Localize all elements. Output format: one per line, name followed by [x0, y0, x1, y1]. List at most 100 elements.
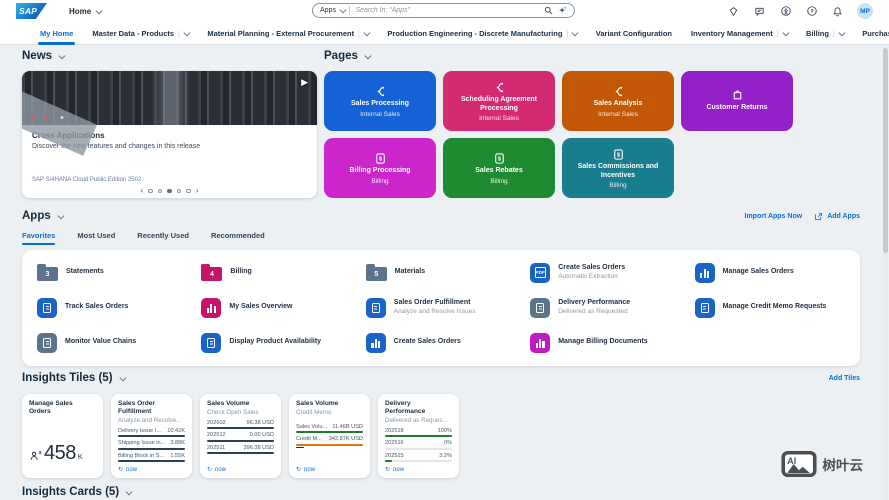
insights-tiles-header[interactable]: Insights Tiles (5) — [22, 372, 124, 384]
page-tile-sales-commissions[interactable]: $ Sales Commissions and Incentives Billi… — [562, 138, 674, 198]
chevron-down-icon[interactable] — [365, 52, 371, 58]
document-icon — [201, 333, 221, 353]
nav-item-my-home[interactable]: My Home — [40, 29, 73, 38]
news-card[interactable]: ▶ Cross Applications Discover the new fe… — [22, 71, 317, 198]
nav-item-variant-configuration[interactable]: Variant Configuration — [596, 29, 672, 38]
app-item-materials[interactable]: 5 Materials — [359, 264, 523, 281]
app-item-create-sales-orders-auto[interactable]: PDF Create Sales OrdersAutomatic Extract… — [523, 263, 687, 283]
search-scope-select[interactable]: Apps — [320, 7, 344, 14]
app-item-monitor-value-chains[interactable]: Monitor Value Chains — [30, 333, 194, 353]
app-item-manage-billing-documents[interactable]: Manage Billing Documents — [523, 333, 687, 353]
carousel-next-icon[interactable]: › — [196, 187, 199, 195]
refresh-link[interactable]: ↻now — [385, 466, 404, 473]
pages-header[interactable]: Pages — [324, 50, 869, 62]
sap-logo[interactable]: SAP — [16, 3, 47, 19]
section-title: Apps — [22, 210, 51, 222]
insight-tile-sales-volume-credit[interactable]: Sales Volume Credit Memo Sales Volu...11… — [289, 394, 370, 478]
add-tiles-link[interactable]: Add Tiles — [829, 375, 860, 382]
folder-icon: 4 — [201, 267, 222, 281]
add-apps-link[interactable]: Add Apps — [814, 212, 860, 221]
nav-item-inventory-management[interactable]: Inventory Management — [691, 29, 787, 38]
app-item-create-sales-orders[interactable]: Create Sales Orders — [359, 333, 523, 353]
tab-favorites[interactable]: Favorites — [22, 231, 55, 245]
refresh-link[interactable]: ↻now — [296, 466, 315, 473]
insight-tile-delivery-performance[interactable]: Delivery Performance Delivered as Reques… — [378, 394, 459, 478]
app-item-delivery-performance[interactable]: Delivery PerformanceDelivered as Request… — [523, 298, 687, 318]
refresh-link[interactable]: ↻now — [118, 466, 137, 473]
search-icon[interactable] — [544, 6, 553, 15]
insight-tile-sales-order-fulfillment[interactable]: Sales Order Fulfillment Analyze and Reso… — [111, 394, 192, 478]
product-switch[interactable]: Home — [69, 7, 101, 16]
app-item-manage-credit-memo[interactable]: Manage Credit Memo Requests — [688, 298, 852, 318]
apps-header[interactable]: Apps — [22, 210, 62, 222]
carousel-dot[interactable] — [186, 189, 191, 194]
sales-lead-icon — [493, 80, 506, 94]
chevron-down-icon[interactable] — [119, 374, 125, 380]
tile-subtitle: Check Open Sales — [207, 409, 274, 416]
app-item-my-sales-overview[interactable]: My Sales Overview — [194, 298, 358, 318]
nav-label: Inventory Management — [691, 29, 773, 38]
search-input[interactable]: Search In: “Apps” — [355, 7, 539, 14]
page-tile-sales-processing[interactable]: Sales Processing Internal Sales — [324, 71, 436, 131]
tile-title: Customer Returns — [706, 104, 767, 112]
ai-search-icon[interactable] — [558, 6, 567, 15]
metric-row: 20260296.38 USD — [207, 420, 274, 430]
tab-most-used[interactable]: Most Used — [77, 231, 115, 245]
carousel-dot-active[interactable] — [167, 189, 172, 194]
page-tile-billing-processing[interactable]: $ Billing Processing Billing — [324, 138, 436, 198]
page-tile-customer-returns[interactable]: Customer Returns — [681, 71, 793, 131]
tile-title: Sales Order Fulfillment — [118, 400, 185, 416]
tab-recommended[interactable]: Recommended — [211, 231, 265, 245]
app-label: Billing — [230, 268, 251, 276]
tile-title: Sales Rebates — [475, 167, 522, 175]
carousel-dot[interactable] — [177, 189, 182, 194]
import-apps-link[interactable]: Import Apps Now — [745, 213, 803, 220]
tab-recently-used[interactable]: Recently Used — [137, 231, 189, 245]
page-tile-scheduling-agreement[interactable]: Scheduling Agreement Processing Internal… — [443, 71, 555, 131]
chevron-down-icon[interactable] — [59, 52, 65, 58]
app-item-display-product-availability[interactable]: Display Product Availability — [194, 333, 358, 353]
accessibility-icon[interactable] — [779, 5, 792, 18]
search-scope-value: Apps — [320, 7, 336, 14]
search-bar[interactable]: Apps Search In: “Apps” — [312, 3, 575, 18]
app-item-billing-folder[interactable]: 4 Billing — [194, 264, 358, 281]
nav-item-master-data-products[interactable]: Master Data - Products — [92, 29, 188, 38]
nav-item-material-planning[interactable]: Material Planning - External Procurement — [207, 29, 368, 38]
chevron-down-icon — [184, 29, 190, 35]
nav-label: My Home — [40, 29, 73, 38]
apps-section: Apps Import Apps Now Add Apps Favorites … — [22, 210, 860, 366]
app-item-track-sales-orders[interactable]: Track Sales Orders — [30, 298, 194, 318]
nav-item-production-engineering[interactable]: Production Engineering - Discrete Manufa… — [387, 29, 576, 38]
insight-tile-sales-volume-open[interactable]: Sales Volume Check Open Sales 20260296.3… — [200, 394, 281, 478]
nav-item-purchasing[interactable]: Purchasing — [862, 29, 889, 38]
app-item-manage-sales-orders[interactable]: Manage Sales Orders — [688, 263, 852, 283]
help-icon[interactable]: ? — [805, 5, 818, 18]
carousel-prev-icon[interactable]: ‹ — [141, 187, 144, 195]
play-icon[interactable]: ▶ — [301, 77, 308, 88]
tile-title: Sales Volume — [296, 400, 363, 408]
chevron-down-icon[interactable] — [126, 488, 132, 494]
notifications-bell-icon[interactable] — [831, 5, 844, 18]
joule-assistant-icon[interactable] — [727, 5, 740, 18]
app-item-statements[interactable]: 3 Statements — [30, 264, 194, 281]
billing-dollar-icon: $ — [493, 151, 506, 165]
page-tile-sales-analysis[interactable]: Sales Analysis Internal Sales — [562, 71, 674, 131]
chevron-down-icon[interactable] — [58, 212, 64, 218]
insights-tiles-section: Insights Tiles (5) Add Tiles Manage Sale… — [22, 372, 860, 478]
document-icon — [530, 298, 550, 318]
carousel-dot[interactable] — [158, 189, 163, 194]
feedback-icon[interactable] — [753, 5, 766, 18]
scrollbar-thumb[interactable] — [883, 48, 888, 253]
refresh-link[interactable]: ↻now — [207, 466, 226, 473]
app-label: Materials — [395, 268, 425, 276]
nav-item-billing[interactable]: Billing — [806, 29, 843, 38]
insight-tile-manage-sales-orders[interactable]: Manage Sales Orders $ 458 K — [22, 394, 103, 478]
news-header[interactable]: News — [22, 50, 317, 62]
insights-cards-header[interactable]: Insights Cards (5) — [22, 486, 860, 498]
tile-title: Sales Volume — [207, 400, 274, 408]
carousel-dot[interactable] — [148, 189, 153, 194]
page-tile-sales-rebates[interactable]: $ Sales Rebates Billing — [443, 138, 555, 198]
user-avatar[interactable]: MP — [857, 3, 873, 19]
app-item-sales-order-fulfillment[interactable]: Sales Order FulfillmentAnalyze and Resol… — [359, 298, 523, 318]
news-section: News ▶ Cross Applications Discover the n… — [22, 50, 317, 198]
